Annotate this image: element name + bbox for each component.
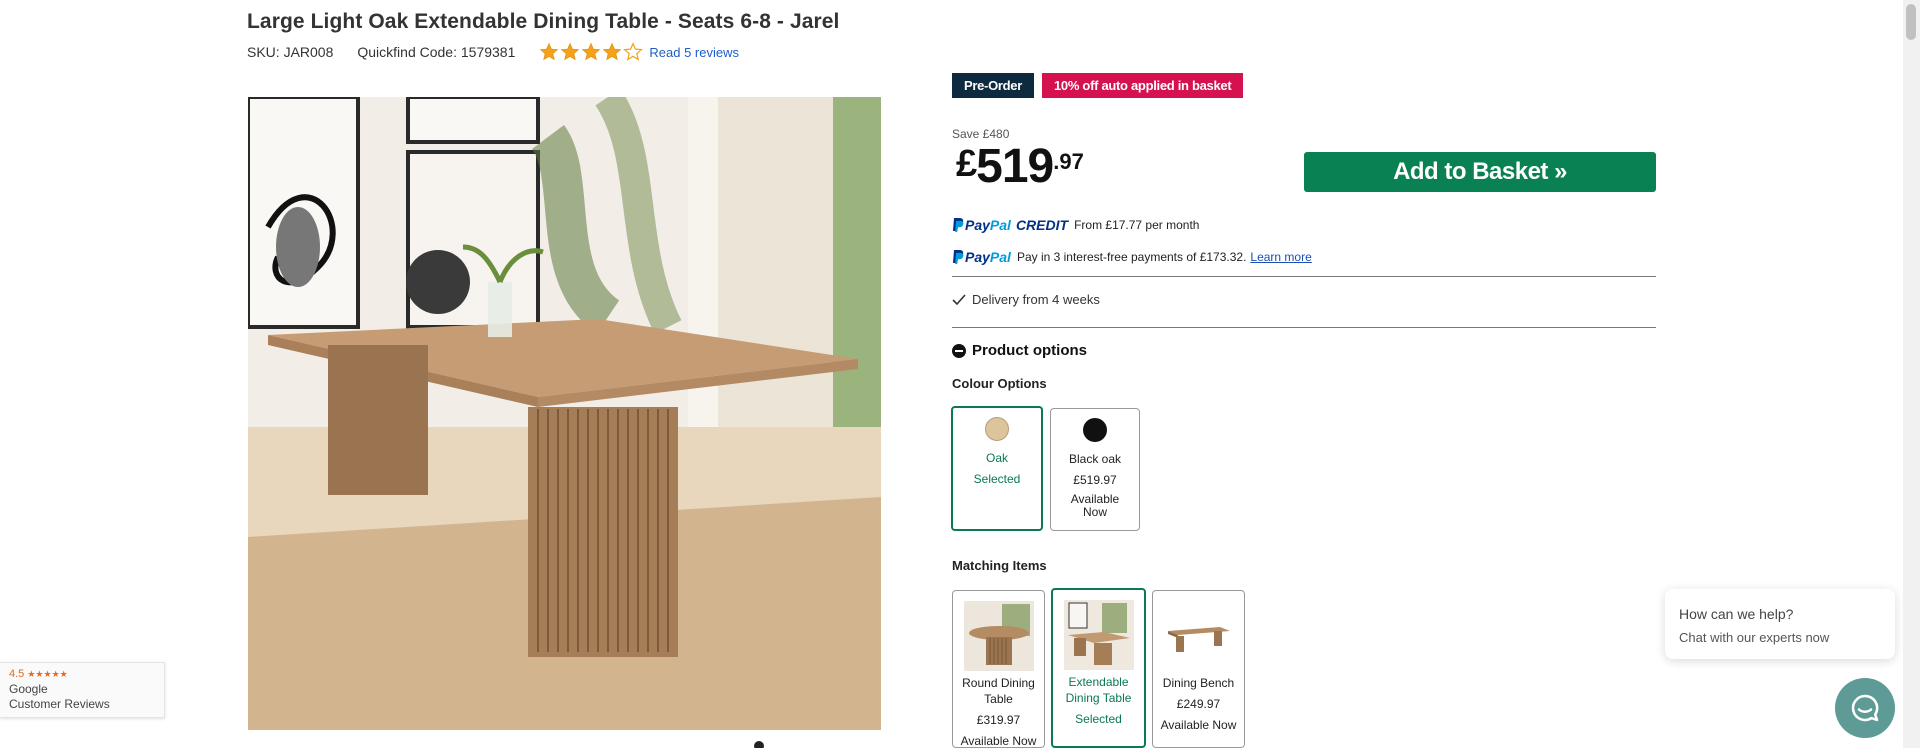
star-empty-icon [623, 42, 644, 61]
colour-price: £519.97 [1073, 473, 1117, 488]
chat-prompt[interactable]: How can we help? Chat with our experts n… [1665, 589, 1895, 659]
round-table-thumbnail [963, 601, 1034, 671]
chat-subtitle: Chat with our experts now [1679, 629, 1830, 645]
sku-text: SKU: JAR008 [247, 44, 334, 60]
paypal-icon [953, 218, 964, 232]
google-customer-reviews-label: Customer Reviews [9, 696, 110, 711]
matching-item-extendable-dining-table[interactable]: Extendable Dining Table Selected [1051, 588, 1146, 748]
bench-thumbnail [1163, 601, 1234, 671]
discount-badge: 10% off auto applied in basket [1042, 73, 1244, 98]
minus-circle-icon [952, 343, 966, 358]
colour-status: Selected [973, 472, 1021, 487]
product-price: £ 519 .97 [956, 139, 1084, 194]
scrollbar-thumb[interactable] [1906, 4, 1916, 40]
paypal-credit-text: From £17.77 per month [1074, 218, 1200, 232]
matching-item-dining-bench[interactable]: Dining Bench £249.97 Available Now [1152, 590, 1245, 748]
star-icon [540, 42, 559, 61]
vertical-scrollbar[interactable] [1903, 0, 1920, 748]
paypal-icon [953, 250, 964, 264]
carousel-dot[interactable] [754, 741, 764, 748]
product-badges: Pre-Order 10% off auto applied in basket [952, 73, 1244, 98]
colour-name: Oak [985, 451, 1008, 465]
matching-item-name: Extendable Dining Table [1065, 675, 1132, 706]
product-options-toggle[interactable]: Product options [952, 342, 1087, 359]
colour-option-oak[interactable]: Oak Selected [951, 406, 1043, 531]
oak-swatch [985, 417, 1009, 441]
chat-title: How can we help? [1679, 606, 1794, 622]
colour-name: Black oak [1068, 452, 1122, 466]
product-options-heading: Product options [972, 342, 1087, 359]
paypal-pay-in-3-row: Pay Pal Pay in 3 interest-free payments o… [952, 249, 1312, 265]
dining-table-photo [248, 97, 881, 730]
matching-item-name: Dining Bench [1162, 676, 1235, 690]
paypal-credit-logo: Pay Pal CREDIT [952, 217, 1068, 233]
chat-launcher-button[interactable] [1835, 678, 1895, 738]
google-stars-icon: ★★★★★ [27, 669, 68, 679]
matching-item-availability: Available Now [960, 733, 1037, 748]
delivery-info: Delivery from 4 weeks [952, 292, 1100, 307]
matching-item-price: £319.97 [976, 713, 1021, 728]
price-currency: £ [956, 143, 977, 185]
product-main-image[interactable] [248, 97, 881, 730]
price-pence: .97 [1053, 149, 1084, 174]
matching-item-name: Round Dining Table [962, 676, 1035, 707]
star-icon [603, 42, 622, 61]
preorder-badge: Pre-Order [952, 73, 1034, 98]
divider [952, 276, 1656, 277]
quickfind-code: Quickfind Code: 1579381 [357, 44, 516, 60]
extendable-table-thumbnail [1063, 600, 1134, 670]
star-icon [582, 42, 601, 61]
google-rating: 4.5 ★★★★★ [9, 668, 68, 680]
matching-items-label: Matching Items [952, 558, 1047, 573]
read-reviews-link[interactable]: Read 5 reviews [649, 45, 739, 60]
delivery-text: Delivery from 4 weeks [972, 292, 1100, 307]
google-reviews-badge[interactable]: 4.5 ★★★★★ Google Customer Reviews [0, 662, 165, 718]
colour-options-label: Colour Options [952, 376, 1047, 391]
divider [952, 327, 1656, 328]
paypal-pay-in-3-text: Pay in 3 interest-free payments of £173.… [1016, 250, 1247, 264]
rating-stars [539, 42, 644, 62]
add-to-basket-button[interactable]: Add to Basket » [1304, 152, 1656, 192]
google-label: Google [9, 681, 48, 696]
checkmark-icon [952, 293, 966, 305]
product-meta: SKU: JAR008 Quickfind Code: 1579381 Read… [247, 42, 739, 62]
price-pounds: 519 [976, 140, 1054, 193]
matching-item-availability: Available Now [1160, 718, 1237, 733]
paypal-logo: Pay Pal [952, 249, 1011, 265]
colour-option-black-oak[interactable]: Black oak £519.97 Available Now [1050, 408, 1140, 531]
black-oak-swatch [1083, 418, 1107, 442]
matching-item-price: £249.97 [1176, 697, 1221, 712]
chat-icon [1851, 694, 1879, 722]
matching-item-status: Selected [1075, 712, 1122, 727]
matching-item-round-dining-table[interactable]: Round Dining Table £319.97 Available Now [952, 590, 1045, 748]
product-title: Large Light Oak Extendable Dining Table … [247, 10, 840, 33]
learn-more-link[interactable]: Learn more [1250, 250, 1311, 264]
paypal-credit-row: Pay Pal CREDIT From £17.77 per month [952, 217, 1199, 233]
colour-availability: Available Now [1070, 492, 1120, 519]
star-icon [561, 42, 580, 61]
